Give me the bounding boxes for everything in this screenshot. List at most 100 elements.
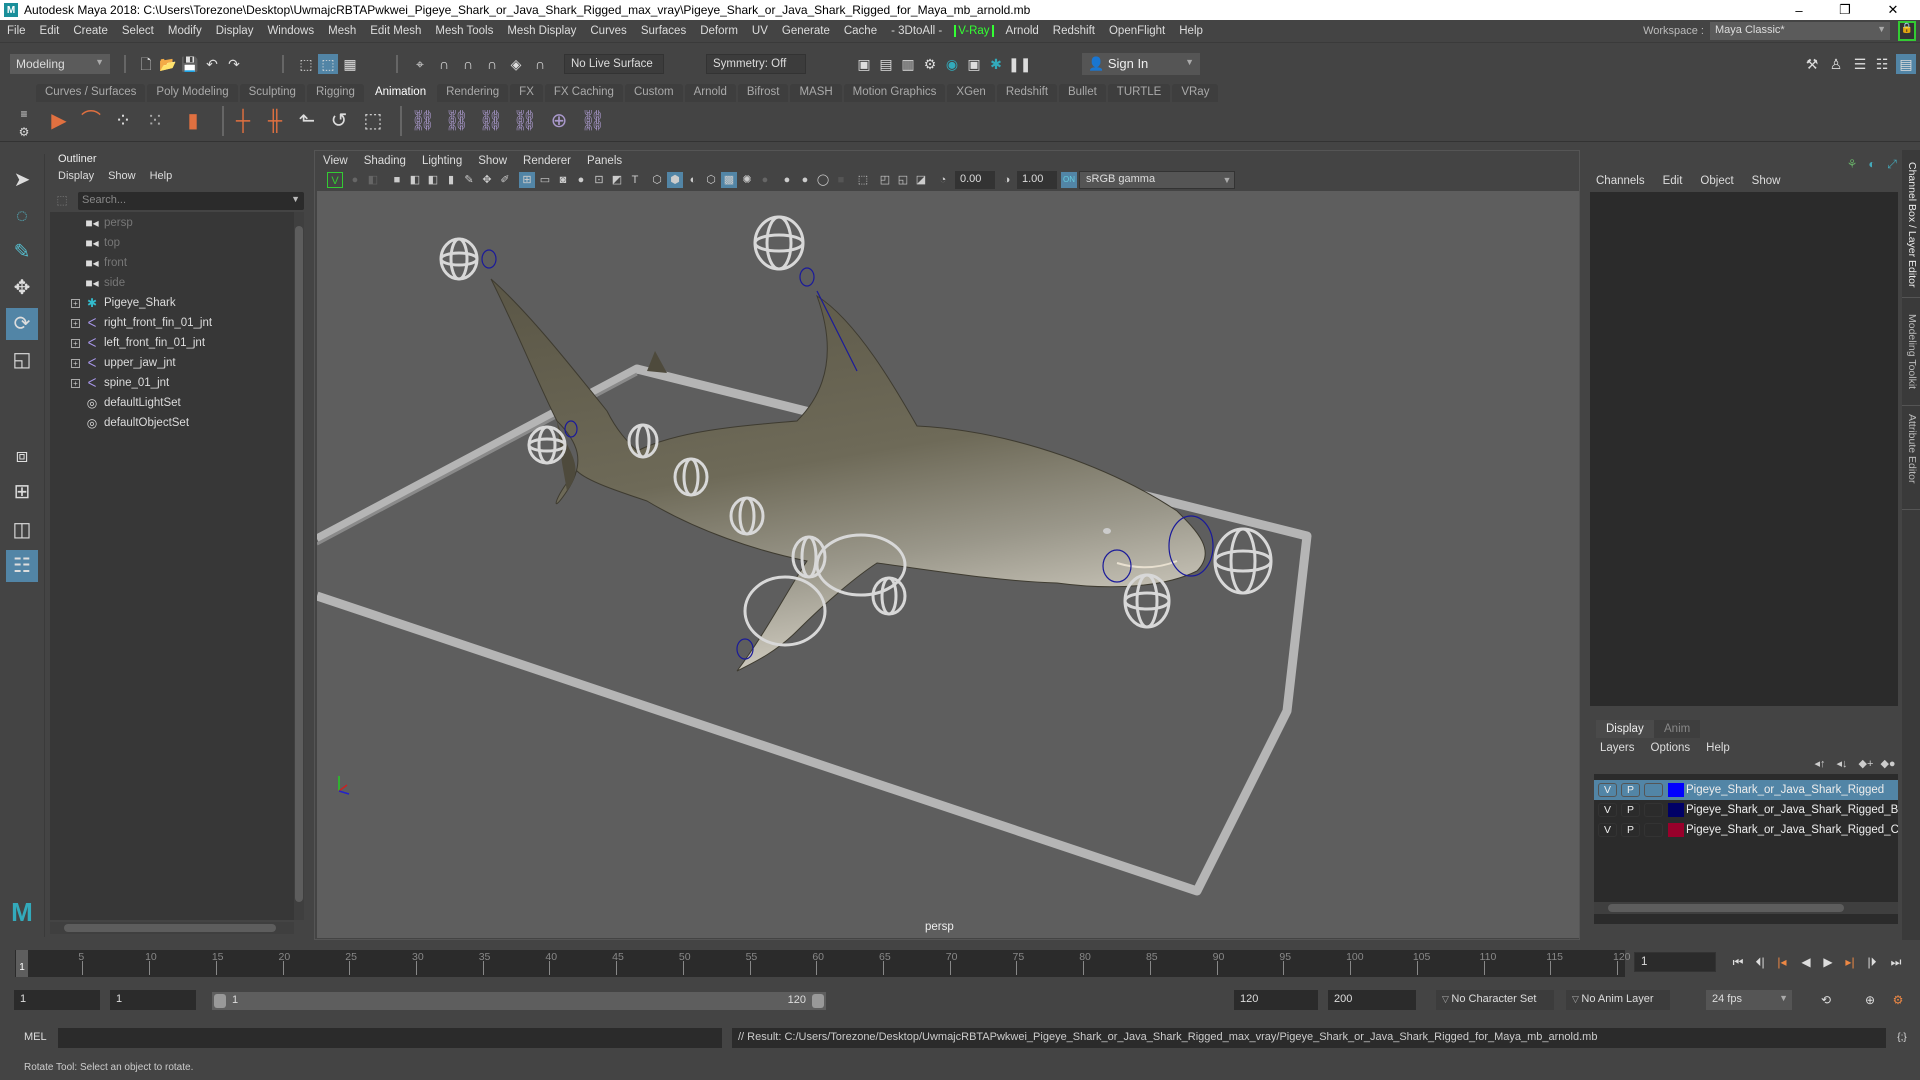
grease-pencil-icon[interactable]: ✎ [461,172,477,188]
sign-in-button[interactable]: 👤 Sign In [1082,53,1200,75]
time-slider-bar[interactable]: 1 5 10 15 20 25 30 35 40 45 50 55 60 65 70 75 80 85 90 95 1… [15,950,1631,977]
play-forwards-icon[interactable]: ▶ [1818,952,1838,972]
filter-icon[interactable]: ⬚ [52,190,72,210]
menu-generate[interactable]: Generate [775,25,837,37]
modeling-toolkit-icon[interactable]: ⚒ [1802,54,1822,74]
playback-start-field[interactable]: 1 [110,990,196,1010]
scroll-thumb[interactable] [295,226,303,902]
select-hierarchy-icon[interactable]: ⬚ [296,54,316,74]
outliner-item-side[interactable]: ■◂ side [50,273,290,293]
loop-icon[interactable]: ⟲ [1816,990,1836,1010]
animation-preferences-icon[interactable]: ⚙ [1888,990,1908,1010]
layer-row[interactable]: V P Pigeye_Shark_or_Java_Shark_Rigged [1594,780,1898,800]
move-layer-down-icon[interactable]: ◂↓ [1832,754,1852,774]
side-tab-channel-box[interactable]: Channel Box / Layer Editor [1902,158,1920,298]
key-selected-icon[interactable]: ↺ [326,108,352,134]
menu-windows[interactable]: Windows [260,25,321,37]
paint-select-tool-icon[interactable]: ✎ [6,236,38,268]
menu-mesh[interactable]: Mesh [321,25,363,37]
current-frame-field[interactable]: 1 [1634,952,1716,972]
key-translate-icon[interactable]: ┼ [230,108,256,134]
layer-display-type-toggle[interactable] [1644,783,1663,797]
outliner-menu-display[interactable]: Display [58,170,94,182]
range-slider-bar[interactable]: 1 120 [212,992,826,1010]
snap-surface-icon[interactable]: ∩ [530,54,550,74]
viewport-menu-renderer[interactable]: Renderer [523,155,571,167]
range-start-handle[interactable] [214,994,226,1008]
viewport-menu-shading[interactable]: Shading [364,155,406,167]
color-space-dropdown[interactable]: sRGB gamma [1079,171,1235,189]
shelf-tab-rigging[interactable]: Rigging [306,84,364,102]
key-all-icon[interactable]: ⬚ [360,108,386,134]
shelf-tab-redshift[interactable]: Redshift [996,84,1058,102]
field-chart-icon[interactable]: ⊡ [591,172,607,188]
render-setup-icon[interactable]: ▣ [964,54,984,74]
shelf-tab-animation[interactable]: Animation [365,84,436,102]
channel-box-menu-channels[interactable]: Channels [1596,175,1645,187]
film-gate-icon[interactable]: ▭ [537,172,553,188]
shelf-tab-xgen[interactable]: XGen [947,84,995,102]
menu-edit-mesh[interactable]: Edit Mesh [363,25,428,37]
close-button[interactable]: ✕ [1870,0,1916,20]
outliner-item-spine[interactable]: + ᐸ spine_01_jnt [50,373,290,393]
select-tool-icon[interactable]: ➤ [6,164,38,196]
layer-row[interactable]: V P Pigeye_Shark_or_Java_Shark_Rigged_Co… [1594,820,1898,840]
open-scene-icon[interactable]: 📂 [158,54,178,74]
go-to-start-icon[interactable]: ⏮ [1728,952,1748,972]
ipr-render-icon[interactable]: ▥ [898,54,918,74]
dope-sheet-icon[interactable]: ⁘ [110,108,136,134]
outliner-item-upper-jaw[interactable]: + ᐸ upper_jaw_jnt [50,353,290,373]
resolution-gate-icon[interactable]: ◙ [555,172,571,188]
script-language-toggle[interactable]: MEL [24,1031,47,1043]
menu-edit[interactable]: Edit [33,25,67,37]
menu-help[interactable]: Help [1172,25,1210,37]
render-settings-icon[interactable]: ⚙ [920,54,940,74]
motion-blur-icon[interactable]: ● [797,172,813,188]
shelf-tab-custom[interactable]: Custom [624,84,683,102]
pole-vector-constraint-icon[interactable]: ⛓ [580,108,606,134]
outliner-item-persp[interactable]: ■◂ persp [50,213,290,233]
camera-attributes-icon[interactable]: ■ [389,172,405,188]
set-key-icon[interactable]: ▮ [180,108,206,134]
lock-camera-icon[interactable]: ◧ [365,172,381,188]
viewport-canvas[interactable]: persp [317,191,1579,938]
light-editor-icon[interactable]: ✱ [986,54,1006,74]
layer-row[interactable]: V P Pigeye_Shark_or_Java_Shark_Rigged_Bo… [1594,800,1898,820]
two-pane-layout-icon[interactable]: ◫ [6,514,38,546]
playback-end-field[interactable]: 120 [1234,990,1318,1010]
scroll-thumb[interactable] [64,924,276,932]
play-backwards-icon[interactable]: ◀ [1796,952,1816,972]
pencil-icon[interactable]: ✐ [497,172,513,188]
menu-create[interactable]: Create [66,25,115,37]
step-back-key-icon[interactable]: |◂ [1772,952,1792,972]
layer-display-type-toggle[interactable] [1644,803,1663,817]
auto-key-icon[interactable]: ⊕ [1860,990,1880,1010]
outliner-item-front[interactable]: ■◂ front [50,253,290,273]
scroll-thumb[interactable] [1608,904,1844,912]
snap-live-icon[interactable]: ◈ [506,54,526,74]
viewport-menu-lighting[interactable]: Lighting [422,155,462,167]
single-perspective-layout-icon[interactable]: ⧈ [6,440,38,472]
layer-display-type-toggle[interactable] [1644,823,1663,837]
menu-deform[interactable]: Deform [693,25,745,37]
range-end-handle[interactable] [812,994,824,1008]
step-forward-frame-icon[interactable]: |⏵ [1862,952,1882,972]
expand-icon[interactable]: + [71,378,80,388]
layer-tab-display[interactable]: Display [1596,720,1654,738]
undo-icon[interactable]: ↶ [202,54,222,74]
scale-constraint-icon[interactable]: ⛓ [512,108,538,134]
script-editor-icon[interactable]: {;} [1892,1028,1912,1048]
key-rotate-icon[interactable]: ╫ [262,108,288,134]
smooth-shade-icon[interactable]: ⬢ [667,172,683,188]
menu-arnold[interactable]: Arnold [999,25,1046,37]
screen-space-ao-icon[interactable]: ● [779,172,795,188]
select-component-icon[interactable]: ▦ [340,54,360,74]
use-all-lights-icon[interactable]: ✺ [739,172,755,188]
snap-grid-icon[interactable]: ⌖ [410,54,430,74]
snap-view-plane-icon[interactable]: ∩ [482,54,502,74]
outliner-item-left-front-fin[interactable]: + ᐸ left_front_fin_01_jnt [50,333,290,353]
layer-playback-toggle[interactable]: P [1621,803,1640,817]
menu-select[interactable]: Select [115,25,161,37]
menu-openflight[interactable]: OpenFlight [1102,25,1172,37]
orient-constraint-icon[interactable]: ⛓ [478,108,504,134]
